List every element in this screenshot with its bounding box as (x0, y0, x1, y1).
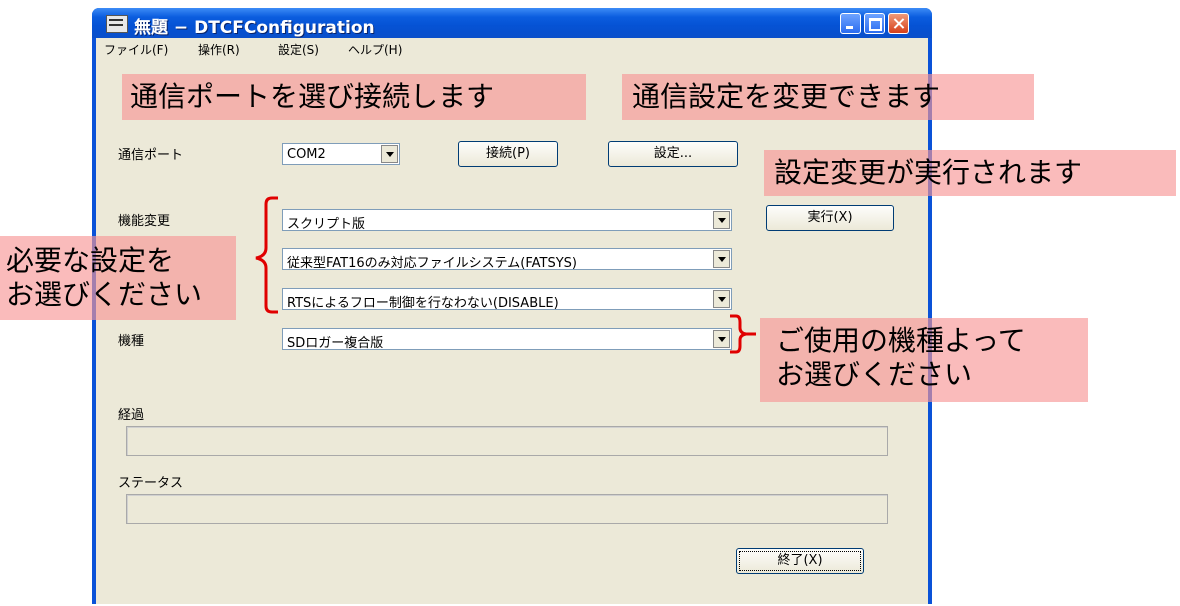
model-select-value: SDロガー複合版 (287, 336, 384, 351)
connect-button[interactable]: 接続(P) (458, 141, 558, 167)
title-bar[interactable]: 無題 − DTCFConfiguration (92, 8, 932, 38)
menu-help[interactable]: ヘルプ(H) (348, 41, 402, 58)
model-bracket (730, 314, 756, 354)
annotation-settings: 通信設定を変更できます (622, 74, 1034, 120)
function-select-flow[interactable]: RTSによるフロー制御を行なわない(DISABLE) (282, 288, 732, 311)
status-field (126, 494, 888, 524)
port-select-value: COM2 (287, 147, 326, 162)
menu-settings[interactable]: 設定(S) (278, 41, 319, 58)
annotation-execute: 設定変更が実行されます (764, 150, 1176, 196)
menu-file[interactable]: ファイル(F) (104, 41, 168, 58)
annotation-model-line1: ご使用の機種よって (776, 324, 1026, 357)
model-label: 機種 (118, 334, 145, 349)
window-app-icon (106, 15, 128, 33)
maximize-icon[interactable] (864, 13, 885, 34)
menu-operation[interactable]: 操作(R) (198, 41, 240, 58)
annotation-function: 必要な設定を お選びください (0, 236, 236, 320)
progress-label: 経過 (118, 408, 145, 423)
minimize-icon[interactable] (840, 13, 861, 34)
function-select-script[interactable]: スクリプト版 (282, 209, 732, 232)
exit-button[interactable]: 終了(X) (736, 548, 864, 574)
function-select-script-value: スクリプト版 (287, 217, 366, 232)
annotation-model: ご使用の機種よって お選びください (760, 318, 1088, 402)
settings-button[interactable]: 設定... (608, 141, 738, 167)
chevron-down-icon[interactable] (381, 145, 398, 163)
function-select-filesystem-value: 従来型FAT16のみ対応ファイルシステム(FATSYS) (287, 256, 577, 271)
port-label: 通信ポート (118, 148, 184, 163)
function-select-flow-value: RTSによるフロー制御を行なわない(DISABLE) (287, 296, 559, 311)
chevron-down-icon[interactable] (713, 211, 730, 229)
port-select[interactable]: COM2 (282, 143, 400, 165)
chevron-down-icon[interactable] (713, 250, 730, 268)
model-select[interactable]: SDロガー複合版 (282, 328, 732, 351)
status-label: ステータス (118, 476, 184, 491)
annotation-function-line1: 必要な設定を (6, 244, 175, 277)
close-icon[interactable] (888, 13, 909, 34)
function-label: 機能変更 (118, 214, 171, 229)
annotation-port: 通信ポートを選び接続します (122, 74, 586, 120)
function-bracket (255, 196, 278, 314)
chevron-down-icon[interactable] (713, 290, 730, 308)
execute-button[interactable]: 実行(X) (766, 205, 894, 231)
annotation-function-line2: お選びください (6, 278, 203, 311)
window-title: 無題 − DTCFConfiguration (134, 18, 375, 38)
annotation-model-line2: お選びください (776, 358, 973, 391)
function-select-filesystem[interactable]: 従来型FAT16のみ対応ファイルシステム(FATSYS) (282, 248, 732, 271)
progress-bar (126, 426, 888, 456)
menu-bar: ファイル(F) 操作(R) 設定(S) ヘルプ(H) (96, 38, 928, 58)
